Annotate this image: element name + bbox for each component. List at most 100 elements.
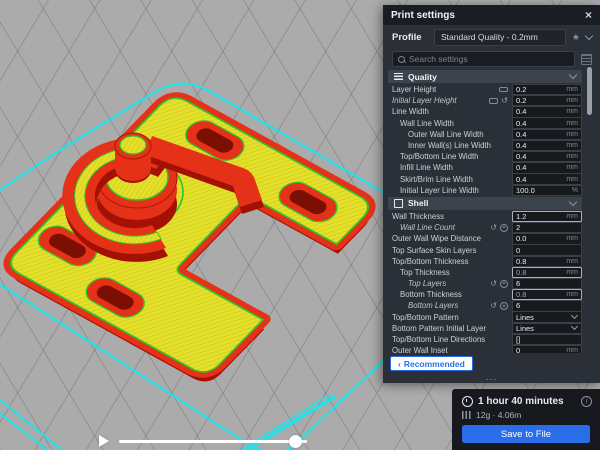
setting-value-outer-wall-line-width[interactable]: 0.4mm — [512, 129, 582, 140]
setting-row-initial-layer-height: Initial Layer Height↺0.2mm — [388, 95, 582, 106]
setting-value-top-bottom-line-width[interactable]: 0.4mm — [512, 151, 582, 162]
setting-value-top-bottom-line-directions[interactable]: [] — [512, 334, 582, 345]
setting-value-text: 0.4 — [516, 107, 564, 116]
setting-select-top-bottom-pattern[interactable]: Lines — [512, 311, 582, 322]
fx-icon — [500, 280, 508, 288]
setting-value-text: 0.2 — [516, 96, 564, 105]
profile-select[interactable]: Standard Quality - 0.2mm — [434, 29, 566, 46]
setting-value-bottom-thickness[interactable]: 0.8mm — [512, 289, 582, 300]
setting-value-top-bottom-thickness[interactable]: 0.8mm — [512, 256, 582, 267]
setting-unit: mm — [566, 269, 578, 276]
setting-value-text: 0.4 — [516, 163, 564, 172]
setting-value-wall-line-count[interactable]: 2 — [512, 222, 582, 233]
setting-label: Outer Wall Inset — [388, 346, 512, 353]
setting-label: Infill Line Width — [388, 163, 512, 172]
setting-row-top-thickness: Top Thickness0.8mm — [388, 267, 582, 278]
panel-resize-handle[interactable]: ··· — [383, 375, 600, 383]
setting-value-text: 0 — [516, 246, 578, 255]
setting-value-initial-layer-line-width[interactable]: 100.0% — [512, 185, 582, 196]
revert-icon[interactable]: ↺ — [490, 302, 497, 310]
setting-value-text: 0.4 — [516, 175, 564, 184]
setting-row-wall-thickness: Wall Thickness1.2mm — [388, 211, 582, 222]
model-cylinder — [115, 133, 151, 183]
layer-slider-track[interactable] — [119, 440, 307, 443]
setting-label: Top Surface Skin Layers — [388, 246, 512, 255]
setting-unit: mm — [566, 120, 578, 127]
search-input[interactable] — [409, 54, 569, 64]
material-usage: 12g · 4.06m — [476, 410, 521, 420]
setting-icons: ↺ — [489, 97, 508, 105]
setting-row-outer-wall-line-width: Outer Wall Line Width0.4mm — [388, 129, 582, 140]
setting-value-skirt-brim-line-width[interactable]: 0.4mm — [512, 173, 582, 184]
setting-value-wall-line-width[interactable]: 0.4mm — [512, 117, 582, 128]
setting-value-text: 0.4 — [516, 130, 564, 139]
setting-value-inner-wall-s-line-width[interactable]: 0.4mm — [512, 140, 582, 151]
setting-label: Wall Thickness — [388, 212, 512, 221]
setting-value-text: 6 — [516, 279, 578, 288]
profile-row: Profile Standard Quality - 0.2mm ★ — [383, 25, 600, 49]
setting-row-bottom-pattern-initial-layer: Bottom Pattern Initial Layer Lines — [388, 323, 582, 334]
setting-value-outer-wall-inset[interactable]: 0mm — [512, 345, 582, 353]
section-header-quality[interactable]: Quality — [388, 70, 582, 83]
setting-value-line-width[interactable]: 0.4mm — [512, 106, 582, 117]
setting-unit: mm — [566, 97, 578, 104]
setting-unit: mm — [566, 164, 578, 171]
setting-value-infill-line-width[interactable]: 0.4mm — [512, 162, 582, 173]
setting-row-top-bottom-line-width: Top/Bottom Line Width0.4mm — [388, 151, 582, 162]
search-box[interactable] — [392, 51, 575, 67]
scrollbar-thumb[interactable] — [587, 67, 592, 115]
section-header-shell[interactable]: Shell — [388, 197, 582, 210]
filter-icon[interactable] — [581, 54, 592, 65]
setting-select-bottom-pattern-initial-layer[interactable]: Lines — [512, 323, 582, 334]
setting-value-wall-thickness[interactable]: 1.2mm — [512, 211, 582, 222]
setting-value-top-thickness[interactable]: 0.8mm — [512, 267, 582, 278]
revert-icon[interactable]: ↺ — [490, 280, 497, 288]
setting-value-top-surface-skin-layers[interactable]: 0 — [512, 244, 582, 255]
setting-row-bottom-thickness: Bottom Thickness0.8mm — [388, 289, 582, 300]
chevron-down-icon — [571, 312, 578, 319]
setting-value-initial-layer-height[interactable]: 0.2mm — [512, 95, 582, 106]
layer-slider-handle[interactable] — [289, 435, 302, 448]
setting-row-skirt-brim-line-width: Skirt/Brim Line Width0.4mm — [388, 174, 582, 185]
revert-icon[interactable]: ↺ — [501, 97, 508, 105]
panel-footer: ‹ Recommended ··· — [383, 353, 600, 383]
setting-unit: mm — [566, 235, 578, 242]
fx-icon — [500, 224, 508, 232]
revert-icon[interactable]: ↺ — [490, 224, 497, 232]
setting-value-text: 0 — [516, 346, 564, 353]
close-icon[interactable]: × — [585, 9, 592, 21]
play-button[interactable] — [99, 435, 109, 447]
setting-label: Inner Wall(s) Line Width — [388, 141, 512, 150]
star-icon[interactable]: ★ — [572, 32, 580, 43]
setting-label: Bottom Thickness — [388, 290, 512, 299]
setting-icons: ↺ — [490, 280, 508, 288]
panel-title: Print settings — [391, 10, 585, 21]
save-to-file-button[interactable]: Save to File — [462, 425, 590, 443]
travel-line — [0, 396, 62, 450]
setting-label: Outer Wall Line Width — [388, 130, 512, 139]
setting-label: Bottom Layers — [388, 301, 490, 310]
info-icon[interactable]: i — [581, 396, 592, 407]
setting-value-layer-height[interactable]: 0.2mm — [512, 84, 582, 95]
setting-value-text: 1.2 — [516, 212, 564, 221]
layers-icon — [394, 73, 403, 80]
setting-unit: mm — [566, 213, 578, 220]
link-icon — [499, 87, 508, 93]
setting-value-top-layers[interactable]: 6 — [512, 278, 582, 289]
setting-unit: mm — [566, 142, 578, 149]
setting-value-text: 0.8 — [516, 257, 564, 266]
setting-value-outer-wall-wipe-distance[interactable]: 0.0mm — [512, 233, 582, 244]
chevron-down-icon[interactable] — [585, 31, 593, 39]
link-icon — [489, 98, 498, 104]
setting-label: Top/Bottom Thickness — [388, 257, 512, 266]
recommended-button[interactable]: ‹ Recommended — [390, 356, 473, 371]
setting-value-text: 0.4 — [516, 119, 564, 128]
filament-icon — [462, 411, 471, 419]
setting-value-text: Lines — [516, 324, 570, 333]
setting-label: Bottom Pattern Initial Layer — [388, 324, 512, 333]
print-time-row: 1 hour 40 minutes i — [452, 389, 600, 407]
setting-value-text: 0.8 — [516, 290, 564, 299]
setting-value-bottom-layers[interactable]: 6 — [512, 300, 582, 311]
panel-titlebar: Print settings × — [383, 5, 600, 25]
setting-row-infill-line-width: Infill Line Width0.4mm — [388, 162, 582, 173]
